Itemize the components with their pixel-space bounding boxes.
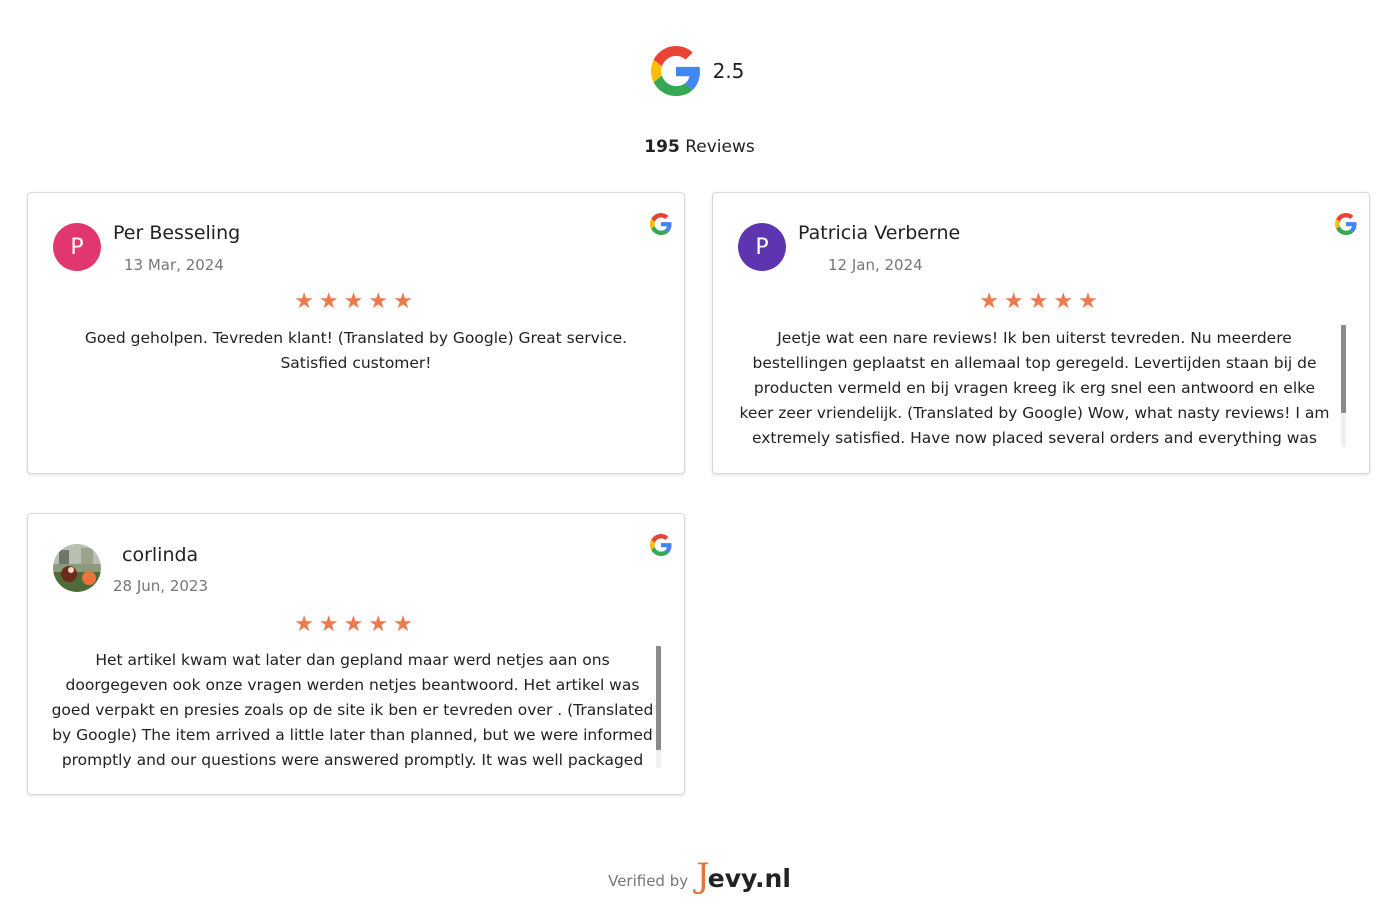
verified-footer: Verified by Jevy.nl: [0, 856, 1399, 896]
star-rating: ★★★★★: [979, 289, 1103, 314]
review-author[interactable]: Patricia Verberne: [798, 222, 960, 244]
avatar[interactable]: P: [738, 223, 786, 271]
google-logo-icon: [650, 46, 700, 96]
average-rating: 2.5: [712, 59, 745, 83]
google-icon: [1335, 213, 1357, 235]
verified-label: Verified by: [608, 872, 689, 890]
google-icon: [650, 213, 672, 235]
review-text: Het artikel kwam wat later dan gepland m…: [51, 651, 654, 769]
review-card: P Patricia Verberne 12 Jan, 2024 ★★★★★ J…: [712, 192, 1370, 474]
review-count: 195 Reviews: [0, 137, 1399, 157]
scrollbar-thumb[interactable]: [656, 646, 661, 750]
star-rating: ★★★★★: [294, 612, 418, 637]
review-author[interactable]: Per Besseling: [113, 222, 240, 244]
review-card: corlinda 28 Jun, 2023 ★★★★★ Het artikel …: [27, 513, 685, 795]
star-rating: ★★★★★: [294, 289, 418, 314]
review-card: P Per Besseling 13 Mar, 2024 ★★★★★ Goed …: [27, 192, 685, 474]
google-icon: [650, 534, 672, 556]
rating-header: 2.5: [0, 46, 1399, 96]
review-text: Goed geholpen. Tevreden klant! (Translat…: [84, 329, 628, 372]
review-scrollbar[interactable]: [1341, 325, 1346, 447]
scrollbar-thumb[interactable]: [1341, 325, 1346, 413]
review-count-label: Reviews: [685, 137, 755, 157]
review-author[interactable]: corlinda: [122, 544, 198, 566]
review-date: 28 Jun, 2023: [113, 577, 209, 595]
review-count-number: 195: [644, 137, 680, 157]
review-scrollbar[interactable]: [656, 646, 661, 768]
jevy-logo[interactable]: Jevy.nl: [696, 856, 791, 896]
jevy-logo-text: evy.nl: [707, 864, 791, 893]
review-text: Jeetje wat een nare reviews! Ik ben uite…: [739, 329, 1330, 447]
review-date: 12 Jan, 2024: [828, 256, 923, 274]
avatar[interactable]: P: [53, 223, 101, 271]
avatar-photo[interactable]: [53, 544, 101, 592]
review-date: 13 Mar, 2024: [124, 256, 224, 274]
